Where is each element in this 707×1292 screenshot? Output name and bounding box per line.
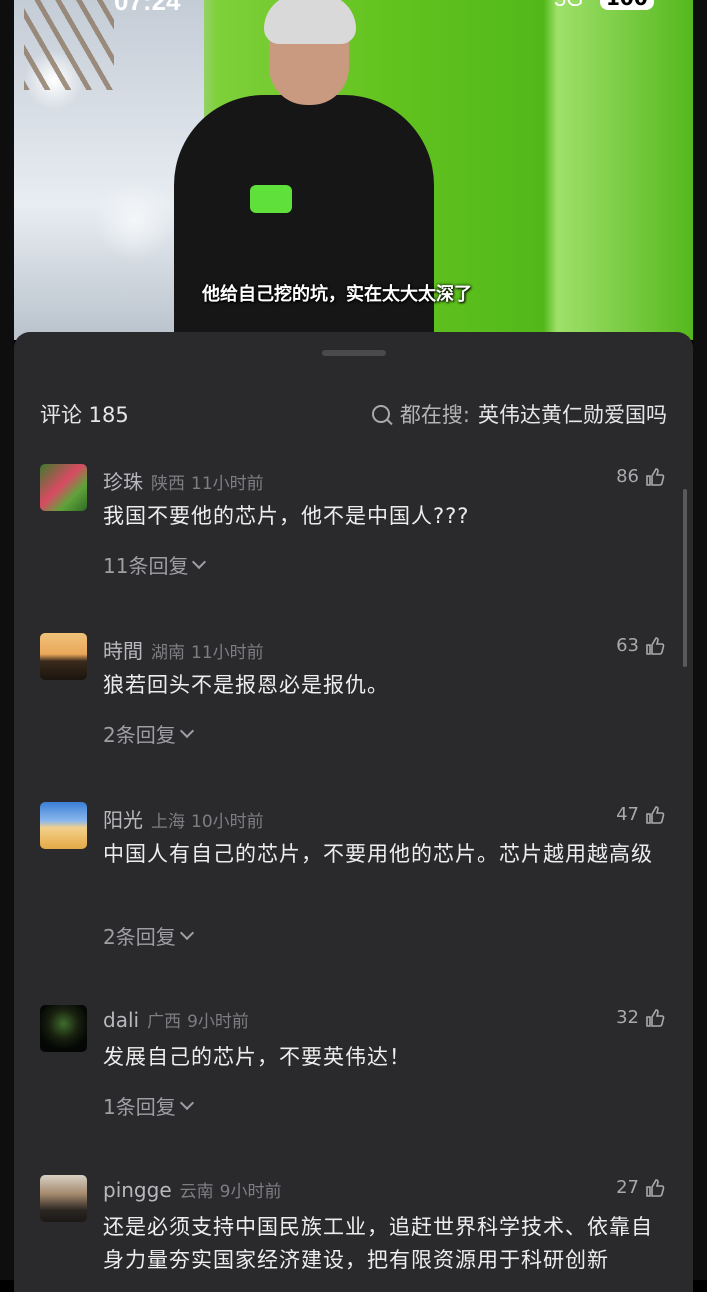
status-time: 07:24 bbox=[114, 0, 181, 16]
like-button[interactable]: 86 bbox=[616, 466, 665, 487]
like-button[interactable]: 63 bbox=[616, 635, 665, 656]
thumbs-up-icon bbox=[645, 1008, 665, 1028]
like-button[interactable]: 32 bbox=[616, 1007, 665, 1028]
replies-label: 2条回复 bbox=[103, 925, 176, 949]
username[interactable]: dali bbox=[103, 1008, 139, 1032]
screen-edge-left bbox=[0, 0, 14, 1280]
comment-text: 我国不要他的芯片，他不是中国人??? bbox=[103, 504, 470, 528]
like-button[interactable]: 47 bbox=[616, 804, 665, 825]
comment-text: 中国人有自己的芯片，不要用他的芯片。芯片越用越高级 bbox=[103, 842, 653, 866]
avatar[interactable] bbox=[40, 802, 87, 849]
timestamp: 10小时前 bbox=[191, 812, 264, 832]
status-signal: 5G bbox=[554, 0, 583, 12]
region: 上海 bbox=[151, 812, 185, 832]
chevron-down-icon bbox=[179, 723, 194, 739]
like-count: 86 bbox=[616, 466, 639, 487]
username[interactable]: pingge bbox=[103, 1178, 172, 1202]
comment-text: 发展自己的芯片，不要英伟达！ bbox=[103, 1045, 411, 1069]
comment-text: 还是必须支持中国民族工业，追赶世界科学技术、依靠自身力量夯实国家经济建设，把有限… bbox=[103, 1215, 653, 1272]
comment-meta: 時間 湖南 11小时前 bbox=[103, 635, 270, 664]
chevron-down-icon bbox=[179, 925, 194, 941]
replies-label: 2条回复 bbox=[103, 723, 176, 747]
username[interactable]: 時間 bbox=[103, 635, 143, 664]
avatar[interactable] bbox=[40, 464, 87, 511]
battery-indicator: 100 bbox=[600, 0, 654, 10]
scrollbar[interactable] bbox=[683, 489, 687, 667]
thumbs-up-icon bbox=[645, 636, 665, 656]
avatar[interactable] bbox=[40, 1005, 87, 1052]
thumbs-up-icon bbox=[645, 467, 665, 487]
search-term[interactable]: 英伟达黄仁勋爱国吗 bbox=[478, 399, 667, 429]
comment-meta: 珍珠 陕西 11小时前 bbox=[103, 466, 270, 495]
region: 云南 bbox=[179, 1182, 214, 1202]
username[interactable]: 阳光 bbox=[103, 804, 143, 833]
like-count: 27 bbox=[616, 1177, 639, 1198]
view-replies-button[interactable]: 1条回复 bbox=[103, 1091, 194, 1120]
timestamp: 9小时前 bbox=[187, 1012, 249, 1032]
screen-edge-right bbox=[693, 0, 707, 1280]
timestamp: 11小时前 bbox=[191, 643, 264, 663]
timestamp: 9小时前 bbox=[219, 1182, 282, 1202]
replies-label: 11条回复 bbox=[103, 554, 189, 578]
like-button[interactable]: 27 bbox=[616, 1177, 665, 1198]
search-prefix: 都在搜: bbox=[399, 403, 470, 427]
view-replies-button[interactable]: 2条回复 bbox=[103, 921, 194, 950]
speaker-hair bbox=[264, 0, 356, 44]
avatar[interactable] bbox=[40, 1175, 87, 1222]
sheet-drag-handle[interactable] bbox=[322, 350, 386, 356]
avatar[interactable] bbox=[40, 633, 87, 680]
view-replies-button[interactable]: 11条回复 bbox=[103, 550, 207, 579]
microphone bbox=[250, 185, 292, 213]
region: 陕西 bbox=[151, 474, 185, 494]
comments-sheet: 评论 185 都在搜: 英伟达黄仁勋爱国吗 珍珠 陕西 11小时前 86 我国不… bbox=[14, 332, 693, 1292]
like-count: 32 bbox=[616, 1007, 639, 1028]
video-decor bbox=[24, 0, 114, 90]
comment-text: 狼若回头不是报恩必是报仇。 bbox=[103, 673, 389, 697]
region: 广西 bbox=[147, 1012, 182, 1032]
replies-label: 1条回复 bbox=[103, 1095, 176, 1119]
chevron-down-icon bbox=[179, 1095, 194, 1111]
like-count: 63 bbox=[616, 635, 639, 656]
comment-meta: pingge 云南 9小时前 bbox=[103, 1177, 287, 1202]
comment-meta: dali 广西 9小时前 bbox=[103, 1007, 255, 1032]
thumbs-up-icon bbox=[645, 805, 665, 825]
like-count: 47 bbox=[616, 804, 639, 825]
region: 湖南 bbox=[151, 643, 185, 663]
comment-count: 评论 185 bbox=[40, 403, 129, 427]
search-icon bbox=[371, 405, 390, 423]
comment-meta: 阳光 上海 10小时前 bbox=[103, 804, 270, 833]
trending-search[interactable]: 都在搜: 英伟达黄仁勋爱国吗 bbox=[371, 399, 667, 429]
video-player[interactable]: 07:24 5G 100 他给自己挖的坑，实在太大太深了 bbox=[14, 0, 693, 340]
view-replies-button[interactable]: 2条回复 bbox=[103, 719, 194, 748]
chevron-down-icon bbox=[192, 554, 207, 570]
timestamp: 11小时前 bbox=[191, 474, 264, 494]
video-subtitle: 他给自己挖的坑，实在太大太深了 bbox=[202, 284, 472, 305]
thumbs-up-icon bbox=[645, 1178, 665, 1198]
username[interactable]: 珍珠 bbox=[103, 466, 143, 495]
